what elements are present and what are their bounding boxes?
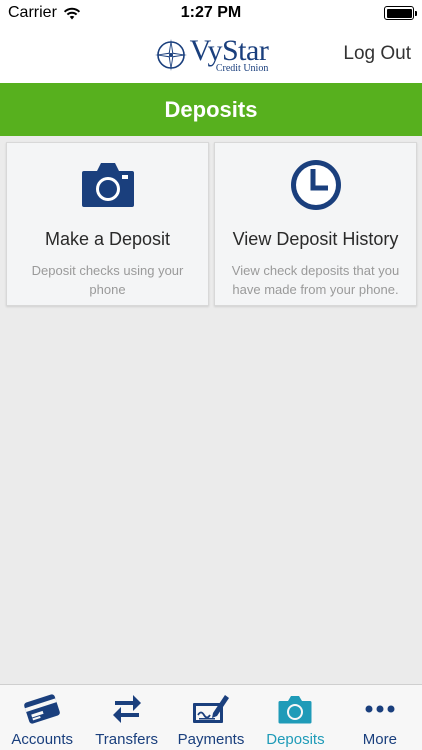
clock-icon [290,160,341,210]
camera-icon [81,163,134,207]
tab-transfers[interactable]: Transfers [84,685,168,750]
tab-icon-wrap [22,691,62,727]
vystar-logo: VyStar Credit Union [154,33,269,74]
view-deposit-history-title: View Deposit History [232,229,399,249]
check-pen-icon [193,695,230,723]
tab-deposits[interactable]: Deposits [253,685,337,750]
logo-subtitle: Credit Union [215,62,269,74]
nav-bar: VyStar Credit Union Log Out [0,26,422,83]
page-header: Deposits [0,83,422,136]
tab-label: Transfers [95,731,158,748]
logo-name: VyStar [189,33,269,67]
tab-icon-wrap [277,691,313,727]
status-bar: Carrier 1:27 PM [0,0,422,26]
tab-payments[interactable]: Payments [169,685,253,750]
credit-card-icon [24,694,61,724]
content-area: Make a Deposit Deposit checks using your… [0,136,422,684]
tab-icon-wrap [364,691,396,727]
wifi-icon [63,7,80,19]
battery-level [386,8,412,18]
view-deposit-history-tile[interactable]: View Deposit History View check deposits… [214,142,417,306]
log-out-button[interactable]: Log Out [343,43,411,65]
tab-label: Deposits [266,731,325,748]
tile-icon-wrap [7,157,208,211]
make-deposit-description: Deposit checks using your phone [31,263,184,297]
view-deposit-history-description: View check deposits that you have made f… [231,263,400,297]
tab-accounts[interactable]: Accounts [0,685,84,750]
battery-icon [384,6,417,20]
compass-star-icon [154,38,187,71]
tab-label: More [362,731,397,748]
carrier-info: Carrier [8,4,81,22]
carrier-label: Carrier [8,4,57,21]
tab-icon-wrap [111,691,143,727]
tab-bar: Accounts Transfers Payments Deposits Mor… [0,684,422,750]
camera-icon [278,696,312,724]
tab-label: Payments [177,731,245,748]
tab-icon-wrap [191,691,231,727]
page-title: Deposits [164,96,258,122]
tab-more[interactable]: More [338,685,422,750]
make-deposit-tile[interactable]: Make a Deposit Deposit checks using your… [6,142,209,306]
more-dots-icon [365,705,395,713]
logo-text: VyStar Credit Union [189,33,269,74]
tile-icon-wrap [215,157,416,213]
transfer-arrows-icon [112,695,141,723]
tab-label: Accounts [11,731,74,748]
make-deposit-title: Make a Deposit [44,229,171,249]
